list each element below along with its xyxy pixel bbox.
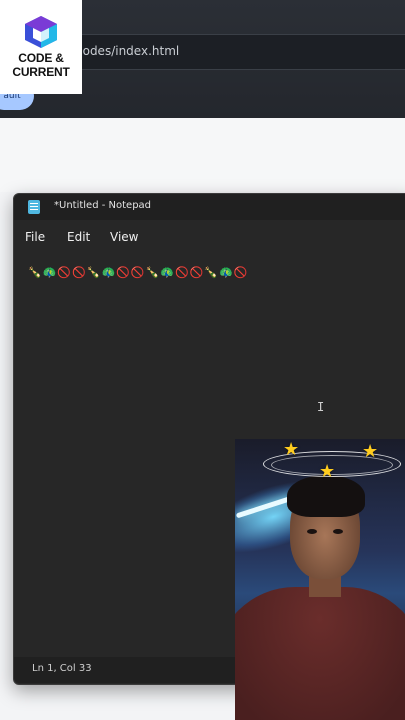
star-icon: ★ <box>319 461 336 482</box>
brand-logo-icon <box>25 16 57 48</box>
window-title: *Untitled - Notepad <box>54 200 152 211</box>
menu-view[interactable]: View <box>110 230 138 244</box>
text-cursor-icon: I <box>317 400 325 414</box>
person-shirt <box>235 587 405 720</box>
person-eye-left <box>307 529 317 534</box>
webcam-overlay: ★ ★ ★ <box>235 439 405 720</box>
menu-file[interactable]: File <box>25 230 45 244</box>
menu-bar: File Edit View <box>14 222 405 252</box>
address-bar-text: codes/index.html <box>76 44 180 58</box>
star-icon: ★ <box>362 441 379 462</box>
menu-edit[interactable]: Edit <box>67 230 90 244</box>
notepad-icon <box>28 200 40 214</box>
brand-logo: CODE & CURRENT <box>0 0 82 94</box>
brand-logo-line2: CURRENT <box>12 65 70 79</box>
star-icon: ★ <box>283 439 300 460</box>
editor-content: 🍾🦚🚫🚫🍾🦚🚫🚫🍾🦚🚫🚫🍾🦚🚫 <box>28 266 249 279</box>
page-background <box>0 118 405 192</box>
brand-logo-line1: CODE & <box>18 51 64 65</box>
cursor-position: Ln 1, Col 33 <box>32 663 92 674</box>
person-eye-right <box>333 529 343 534</box>
notepad-titlebar[interactable]: *Untitled - Notepad <box>14 194 405 220</box>
